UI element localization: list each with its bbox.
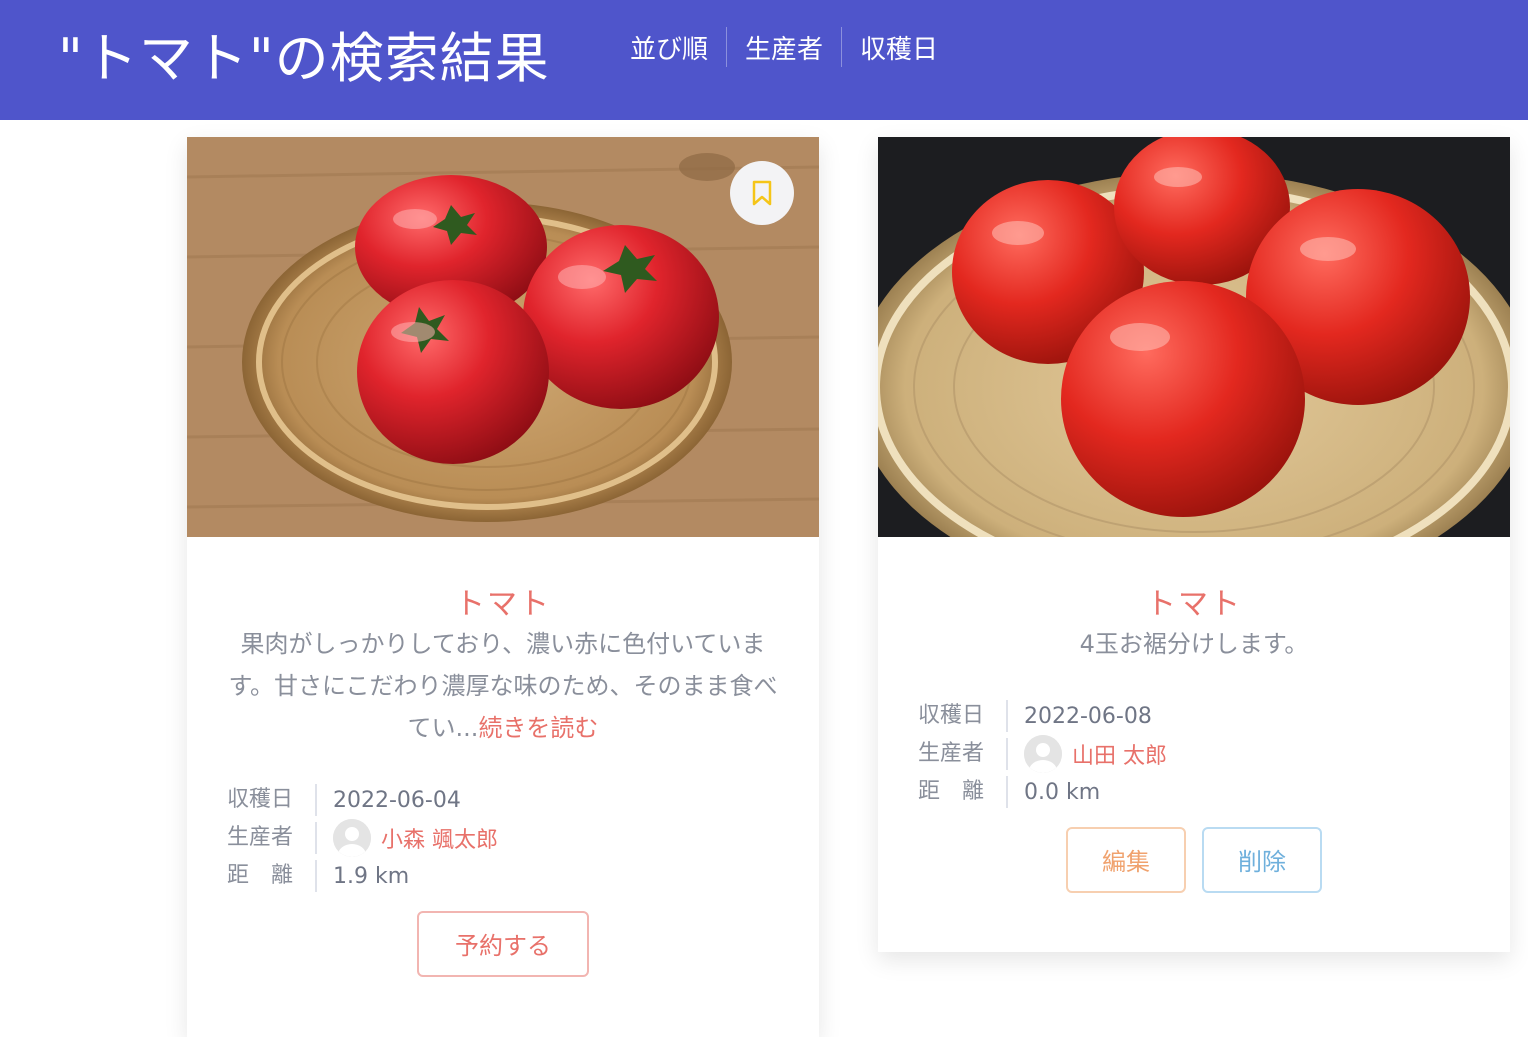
harvest-date-row: 収穫日 2022-06-08 bbox=[918, 697, 1167, 735]
bookmark-button[interactable] bbox=[730, 161, 794, 225]
product-info: 収穫日 2022-06-08 生産者 山田 太郎 距 離 0.0 km bbox=[918, 697, 1167, 811]
read-more-link[interactable]: 続きを読む bbox=[478, 714, 598, 742]
tomato-photo[interactable] bbox=[878, 137, 1510, 537]
harvest-date-label: 収穫日 bbox=[227, 784, 317, 816]
tomato-photo[interactable] bbox=[187, 137, 819, 537]
product-description: 果肉がしっかりしており、濃い赤に色付いています。甘さにこだわり濃厚な味のため、そ… bbox=[227, 623, 779, 749]
harvest-date-value: 2022-06-08 bbox=[1024, 703, 1152, 729]
harvest-date-row: 収穫日 2022-06-04 bbox=[227, 781, 498, 819]
distance-label: 距 離 bbox=[918, 776, 1008, 808]
app-header: "トマト"の検索結果 並び順 生産者 収穫日 bbox=[0, 0, 1528, 120]
producer-row: 生産者 山田 太郎 bbox=[918, 735, 1167, 773]
producer-name-link[interactable]: 小森 颯太郎 bbox=[381, 822, 498, 854]
producer-label: 生産者 bbox=[918, 738, 1008, 770]
page-title: "トマト"の検索結果 bbox=[58, 27, 550, 90]
distance-value: 1.9 km bbox=[333, 863, 410, 889]
product-card[interactable]: トマト 4玉お裾分けします。 収穫日 2022-06-08 生産者 山田 太郎 bbox=[878, 137, 1510, 952]
sort-bar: 並び順 生産者 収穫日 bbox=[612, 24, 956, 70]
producer-value: 小森 颯太郎 bbox=[333, 819, 498, 857]
distance-row: 距 離 1.9 km bbox=[227, 857, 498, 895]
avatar[interactable] bbox=[1024, 735, 1062, 773]
producer-value: 山田 太郎 bbox=[1024, 735, 1167, 773]
producer-name-link[interactable]: 山田 太郎 bbox=[1072, 738, 1167, 770]
product-info: 収穫日 2022-06-04 生産者 小森 颯太郎 距 離 1.9 km bbox=[227, 781, 498, 895]
harvest-date-value: 2022-06-04 bbox=[333, 787, 461, 813]
description-text: 4玉お裾分けします。 bbox=[1079, 630, 1309, 658]
bookmark-icon bbox=[752, 180, 772, 206]
distance-row: 距 離 0.0 km bbox=[918, 773, 1167, 811]
edit-button[interactable]: 編集 bbox=[1066, 827, 1186, 893]
producer-row: 生産者 小森 颯太郎 bbox=[227, 819, 498, 857]
product-card[interactable]: トマト 果肉がしっかりしており、濃い赤に色付いています。甘さにこだわり濃厚な味の… bbox=[187, 137, 819, 1037]
sort-order-label[interactable]: 並び順 bbox=[612, 29, 726, 66]
product-description: 4玉お裾分けします。 bbox=[918, 623, 1470, 665]
distance-value: 0.0 km bbox=[1024, 779, 1101, 805]
distance-label: 距 離 bbox=[227, 860, 317, 892]
producer-label: 生産者 bbox=[227, 822, 317, 854]
reserve-button[interactable]: 予約する bbox=[417, 911, 589, 977]
product-title[interactable]: トマト bbox=[187, 579, 819, 623]
delete-button[interactable]: 削除 bbox=[1202, 827, 1322, 893]
product-title[interactable]: トマト bbox=[878, 579, 1510, 623]
avatar[interactable] bbox=[333, 819, 371, 857]
sort-by-producer[interactable]: 生産者 bbox=[727, 29, 841, 66]
harvest-date-label: 収穫日 bbox=[918, 700, 1008, 732]
sort-by-harvest-date[interactable]: 収穫日 bbox=[842, 29, 956, 66]
